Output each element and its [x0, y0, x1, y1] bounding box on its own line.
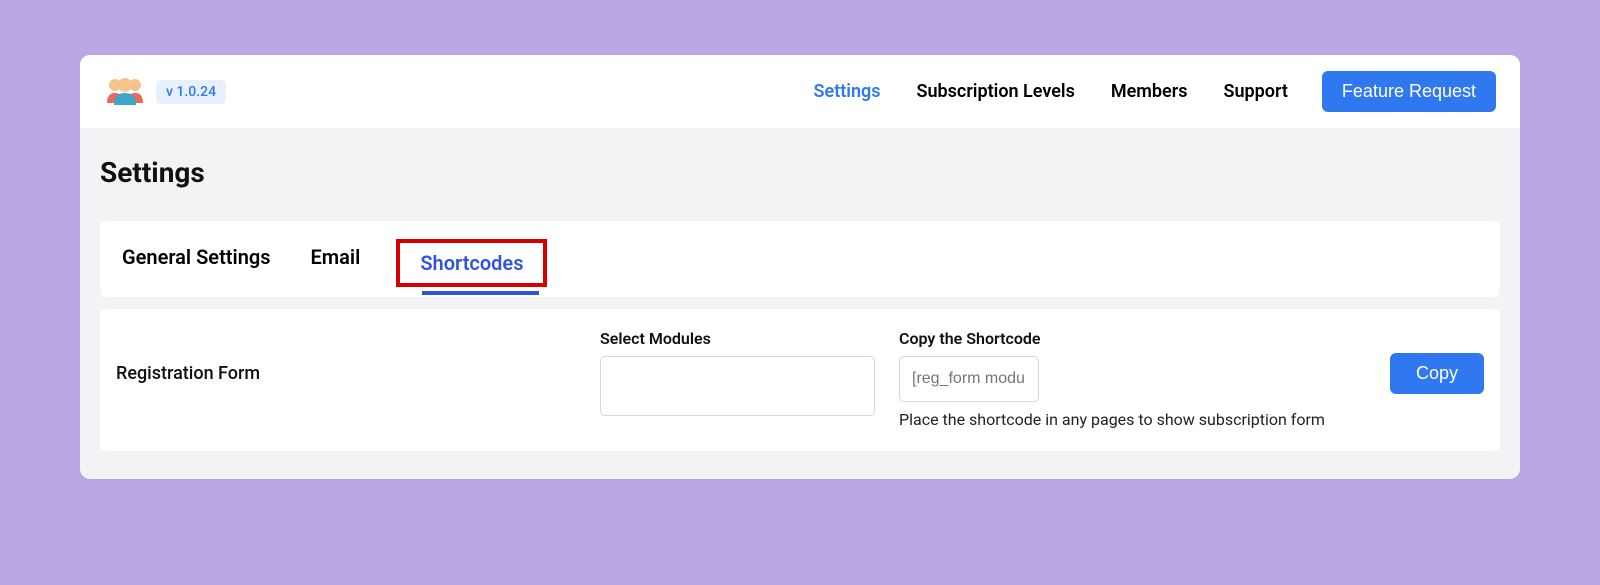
copy-button-column: Copy: [1390, 329, 1484, 394]
page-body: Settings General Settings Email Shortcod…: [80, 128, 1520, 479]
nav-support[interactable]: Support: [1223, 81, 1287, 102]
users-group-icon: [104, 75, 146, 109]
copy-button[interactable]: Copy: [1390, 353, 1484, 394]
row-label-registration-form: Registration Form: [116, 329, 576, 384]
select-modules-label: Select Modules: [600, 329, 875, 348]
nav-links: Settings Subscription Levels Members Sup…: [814, 81, 1288, 102]
tabs-card: General Settings Email Shortcodes: [100, 221, 1500, 297]
nav-subscription-levels[interactable]: Subscription Levels: [917, 81, 1075, 102]
shortcode-input[interactable]: [899, 356, 1039, 402]
tab-email[interactable]: Email: [307, 239, 365, 297]
tab-general-settings[interactable]: General Settings: [118, 239, 275, 297]
shortcode-helper-text: Place the shortcode in any pages to show…: [899, 410, 1366, 429]
copy-shortcode-column: Copy the Shortcode Place the shortcode i…: [899, 329, 1366, 429]
topbar: v 1.0.24 Settings Subscription Levels Me…: [80, 55, 1520, 128]
nav-settings[interactable]: Settings: [814, 81, 881, 102]
app-card: v 1.0.24 Settings Subscription Levels Me…: [80, 55, 1520, 479]
page-title: Settings: [100, 156, 1500, 189]
logo-wrap: v 1.0.24: [104, 75, 226, 109]
select-modules-input[interactable]: [600, 356, 875, 416]
copy-shortcode-label: Copy the Shortcode: [899, 329, 1366, 348]
nav-members[interactable]: Members: [1111, 81, 1188, 102]
select-modules-column: Select Modules: [600, 329, 875, 416]
version-badge: v 1.0.24: [156, 80, 226, 104]
feature-request-button[interactable]: Feature Request: [1322, 71, 1496, 112]
tab-shortcodes[interactable]: Shortcodes: [396, 239, 547, 287]
shortcodes-panel: Registration Form Select Modules Copy th…: [100, 309, 1500, 451]
